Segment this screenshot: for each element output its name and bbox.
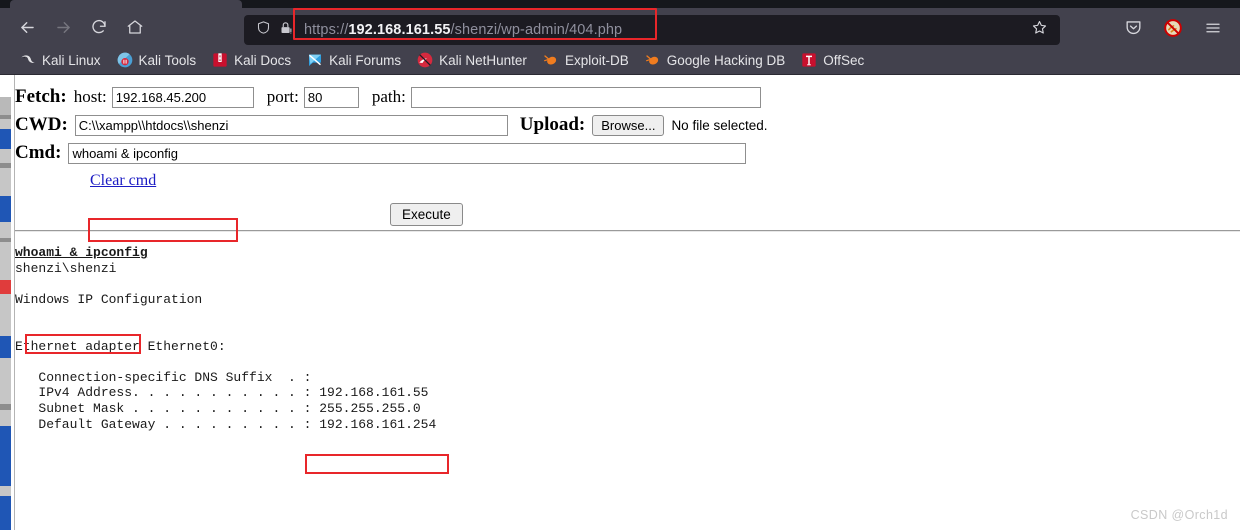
bookmark-kali-linux[interactable]: Kali Linux <box>12 50 109 70</box>
fetch-label: Fetch: <box>15 86 67 107</box>
watermark: CSDN @Orch1d <box>1130 508 1228 522</box>
url-host: 192.168.161.55 <box>348 22 451 38</box>
lock-warning-icon[interactable] <box>279 20 294 41</box>
shell-form: Fetch: host: port: path: CWD: Upload: Br… <box>15 84 1240 226</box>
left-edge-strip <box>0 75 11 530</box>
execute-row: Execute <box>15 203 1240 226</box>
kali-nethunter-icon <box>417 52 433 68</box>
forward-arrow-icon <box>54 18 73 37</box>
host-label: host: <box>73 87 107 106</box>
url-path: /shenzi/wp-admin/404.php <box>450 22 623 38</box>
bookmarks-bar: Kali Linux Kali Tools Kali Docs Kali For… <box>0 46 1240 75</box>
shield-icon[interactable] <box>256 20 271 40</box>
kali-tools-icon <box>117 52 133 68</box>
bookmark-label: Kali Tools <box>138 52 197 68</box>
forward-button[interactable] <box>48 13 78 41</box>
back-arrow-icon <box>18 18 37 37</box>
section-divider <box>15 230 1240 232</box>
bookmark-label: OffSec <box>823 52 865 68</box>
home-button[interactable] <box>120 13 150 41</box>
url-bar[interactable]: https://192.168.161.55/shenzi/wp-admin/4… <box>244 15 1060 45</box>
command-echo: whoami & ipconfig <box>15 245 148 260</box>
bookmark-label: Kali Docs <box>234 52 292 68</box>
hamburger-menu-icon <box>1204 19 1222 42</box>
tab-strip <box>0 0 1240 8</box>
bookmark-label: Kali Linux <box>42 52 101 68</box>
pocket-icon <box>1124 18 1143 42</box>
bookmark-kali-docs[interactable]: Kali Docs <box>204 50 299 70</box>
browser-window: https://192.168.161.55/shenzi/wp-admin/4… <box>0 0 1240 530</box>
browse-button[interactable]: Browse... <box>592 114 665 136</box>
reload-icon <box>90 18 108 36</box>
kali-forums-icon <box>307 52 323 68</box>
page-content-area: Fetch: host: port: path: CWD: Upload: Br… <box>15 75 1240 530</box>
home-icon <box>126 18 144 36</box>
fetch-row: Fetch: host: port: path: <box>15 84 1240 110</box>
pocket-button[interactable] <box>1120 17 1146 43</box>
google-hacking-db-icon <box>645 52 661 68</box>
cmd-label: Cmd: <box>15 142 62 163</box>
back-button[interactable] <box>12 13 42 41</box>
url-scheme: https:// <box>304 22 349 38</box>
bookmark-kali-forums[interactable]: Kali Forums <box>299 50 409 70</box>
upload-label: Upload: <box>519 114 586 135</box>
star-icon <box>1031 19 1048 41</box>
ipv4-highlight-box <box>305 454 449 474</box>
bookmark-exploit-db[interactable]: Exploit-DB <box>535 50 637 70</box>
cmd-row: Cmd: <box>15 140 1240 166</box>
bookmark-kali-tools[interactable]: Kali Tools <box>109 50 205 70</box>
cmd-input[interactable] <box>68 142 747 164</box>
browser-tab[interactable] <box>10 0 242 8</box>
kali-dragon-icon <box>20 52 36 68</box>
cwd-input[interactable] <box>74 114 508 136</box>
clear-cmd-link[interactable]: Clear cmd <box>90 172 156 190</box>
execute-button[interactable]: Execute <box>390 203 463 226</box>
shell-page: Fetch: host: port: path: CWD: Upload: Br… <box>15 75 1240 530</box>
command-output: whoami & ipconfig shenzi\shenzi Windows … <box>15 245 1225 432</box>
bookmark-kali-nethunter[interactable]: Kali NetHunter <box>409 50 535 70</box>
bookmark-label: Google Hacking DB <box>666 52 786 68</box>
command-output-text: shenzi\shenzi Windows IP Configuration E… <box>15 260 437 432</box>
bookmark-google-hacking-db[interactable]: Google Hacking DB <box>637 50 794 70</box>
toolbar-right-actions <box>1120 15 1232 45</box>
url-text[interactable]: https://192.168.161.55/shenzi/wp-admin/4… <box>294 22 1031 38</box>
host-input[interactable] <box>111 86 254 108</box>
script-blocker-button[interactable] <box>1160 17 1186 43</box>
bookmark-offsec[interactable]: OffSec <box>793 50 872 70</box>
navigation-toolbar: https://192.168.161.55/shenzi/wp-admin/4… <box>0 8 1240 46</box>
reload-button[interactable] <box>84 13 114 41</box>
script-blocker-icon <box>1163 18 1183 43</box>
app-menu-button[interactable] <box>1200 17 1226 43</box>
bookmark-label: Exploit-DB <box>564 52 629 68</box>
port-label: port: <box>266 87 299 106</box>
path-input[interactable] <box>410 86 761 108</box>
kali-docs-icon <box>212 52 228 68</box>
path-label: path: <box>371 87 406 106</box>
bookmark-label: Kali NetHunter <box>439 52 527 68</box>
exploit-db-icon <box>543 52 559 68</box>
bookmark-star-button[interactable] <box>1031 19 1060 41</box>
port-input[interactable] <box>303 86 359 108</box>
offsec-icon <box>801 52 817 68</box>
bookmark-label: Kali Forums <box>329 52 402 68</box>
upload-status: No file selected. <box>671 117 768 133</box>
cwd-label: CWD: <box>15 114 68 135</box>
cwd-row: CWD: Upload: Browse... No file selected. <box>15 112 1240 138</box>
